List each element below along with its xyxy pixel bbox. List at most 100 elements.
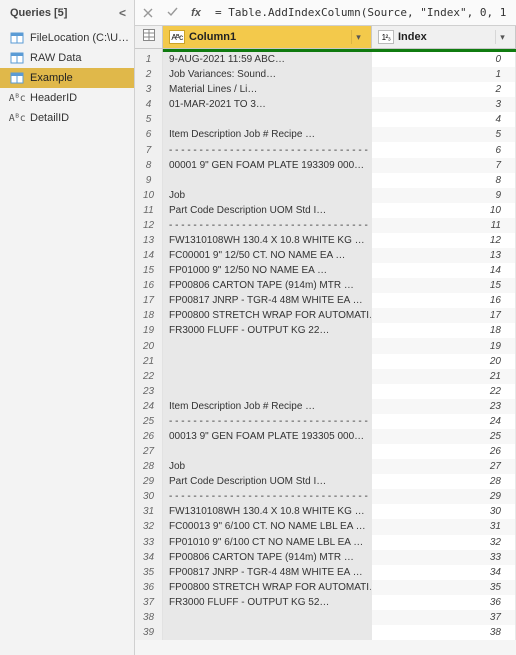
cell-index[interactable]: 8 bbox=[372, 173, 516, 188]
cell-column1[interactable]: - - - - - - - - - - - - - - - - - - - - … bbox=[163, 218, 372, 233]
row-number[interactable]: 36 bbox=[135, 580, 163, 595]
table-row[interactable]: 34 FP00806 CARTON TAPE (914m) MTR …33 bbox=[135, 550, 516, 565]
table-row[interactable]: 2600013 9" GEN FOAM PLATE 193305 000…25 bbox=[135, 429, 516, 444]
cell-index[interactable]: 15 bbox=[372, 278, 516, 293]
table-row[interactable]: 2322 bbox=[135, 384, 516, 399]
cell-index[interactable]: 7 bbox=[372, 158, 516, 173]
cell-index[interactable]: 31 bbox=[372, 519, 516, 534]
table-row[interactable]: 37 FR3000 FLUFF - OUTPUT KG 52…36 bbox=[135, 595, 516, 610]
table-row[interactable]: 35 FP00817 JNRP - TGR-4 48M WHITE EA …34 bbox=[135, 565, 516, 580]
cell-index[interactable]: 0 bbox=[372, 52, 516, 67]
row-number[interactable]: 28 bbox=[135, 459, 163, 474]
cell-column1[interactable]: FR3000 FLUFF - OUTPUT KG 52… bbox=[163, 595, 372, 610]
row-number[interactable]: 16 bbox=[135, 278, 163, 293]
table-row[interactable]: 32 FC00013 9" 6/100 CT. NO NAME LBL EA …… bbox=[135, 519, 516, 534]
cell-column1[interactable] bbox=[163, 338, 372, 353]
row-number[interactable]: 19 bbox=[135, 323, 163, 338]
cell-column1[interactable] bbox=[163, 444, 372, 459]
row-number[interactable]: 38 bbox=[135, 610, 163, 625]
cell-column1[interactable] bbox=[163, 173, 372, 188]
table-row[interactable]: 19-AUG-2021 11:59 ABC…0 bbox=[135, 52, 516, 67]
cell-column1[interactable]: - - - - - - - - - - - - - - - - - - - - … bbox=[163, 142, 372, 157]
cell-index[interactable]: 27 bbox=[372, 459, 516, 474]
table-row[interactable]: 19 FR3000 FLUFF - OUTPUT KG 22…18 bbox=[135, 323, 516, 338]
cell-column1[interactable] bbox=[163, 610, 372, 625]
row-number[interactable]: 22 bbox=[135, 369, 163, 384]
commit-formula-icon[interactable] bbox=[163, 4, 181, 22]
cell-column1[interactable]: Item Description Job # Recipe … bbox=[163, 127, 372, 142]
row-number[interactable]: 11 bbox=[135, 203, 163, 218]
cell-index[interactable]: 32 bbox=[372, 535, 516, 550]
table-row[interactable]: 2019 bbox=[135, 338, 516, 353]
table-row[interactable]: 17 FP00817 JNRP - TGR-4 48M WHITE EA …16 bbox=[135, 293, 516, 308]
cell-index[interactable]: 6 bbox=[372, 142, 516, 157]
row-number[interactable]: 25 bbox=[135, 414, 163, 429]
table-row[interactable]: 6Item Description Job # Recipe …5 bbox=[135, 127, 516, 142]
row-number[interactable]: 17 bbox=[135, 293, 163, 308]
column-header-index[interactable]: 1²₃ Index ▾ bbox=[372, 26, 516, 48]
cell-column1[interactable]: FP01000 9" 12/50 NO NAME EA … bbox=[163, 263, 372, 278]
cell-index[interactable]: 9 bbox=[372, 188, 516, 203]
cell-column1[interactable]: Part Code Description UOM Std I… bbox=[163, 474, 372, 489]
cell-index[interactable]: 35 bbox=[372, 580, 516, 595]
row-number[interactable]: 7 bbox=[135, 142, 163, 157]
cell-index[interactable]: 38 bbox=[372, 625, 516, 640]
table-row[interactable]: 29 Part Code Description UOM Std I…28 bbox=[135, 474, 516, 489]
row-number[interactable]: 13 bbox=[135, 233, 163, 248]
row-number[interactable]: 20 bbox=[135, 338, 163, 353]
query-item[interactable]: AᴮcHeaderID bbox=[0, 88, 134, 108]
cell-column1[interactable]: FW1310108WH 130.4 X 10.8 WHITE KG … bbox=[163, 504, 372, 519]
number-type-icon[interactable]: 1²₃ bbox=[378, 30, 394, 44]
cell-index[interactable]: 34 bbox=[372, 565, 516, 580]
table-row[interactable]: 2 Job Variances: Sound…1 bbox=[135, 67, 516, 82]
cell-column1[interactable]: FP00800 STRETCH WRAP FOR AUTOMATI… bbox=[163, 308, 372, 323]
cell-column1[interactable]: FC00001 9" 12/50 CT. NO NAME EA … bbox=[163, 248, 372, 263]
cell-index[interactable]: 5 bbox=[372, 127, 516, 142]
cell-index[interactable]: 17 bbox=[372, 308, 516, 323]
query-item[interactable]: AᴮcDetailID bbox=[0, 108, 134, 128]
cell-column1[interactable]: 00013 9" GEN FOAM PLATE 193305 000… bbox=[163, 429, 372, 444]
cell-column1[interactable] bbox=[163, 354, 372, 369]
collapse-pane-icon[interactable]: < bbox=[119, 6, 126, 20]
cell-column1[interactable]: 9-AUG-2021 11:59 ABC… bbox=[163, 52, 372, 67]
cell-column1[interactable] bbox=[163, 369, 372, 384]
row-number[interactable]: 32 bbox=[135, 519, 163, 534]
row-number[interactable]: 21 bbox=[135, 354, 163, 369]
table-row[interactable]: 12- - - - - - - - - - - - - - - - - - - … bbox=[135, 218, 516, 233]
select-all-corner[interactable] bbox=[135, 26, 163, 48]
table-row[interactable]: 800001 9" GEN FOAM PLATE 193309 000…7 bbox=[135, 158, 516, 173]
table-row[interactable]: 2120 bbox=[135, 354, 516, 369]
query-item[interactable]: Example bbox=[0, 68, 134, 88]
column-filter-icon[interactable]: ▾ bbox=[351, 30, 365, 44]
row-number[interactable]: 4 bbox=[135, 97, 163, 112]
table-row[interactable]: 36 FP00800 STRETCH WRAP FOR AUTOMATI…35 bbox=[135, 580, 516, 595]
row-number[interactable]: 5 bbox=[135, 112, 163, 127]
cell-column1[interactable]: FC00013 9" 6/100 CT. NO NAME LBL EA … bbox=[163, 519, 372, 534]
cell-index[interactable]: 1 bbox=[372, 67, 516, 82]
table-row[interactable]: 3837 bbox=[135, 610, 516, 625]
table-row[interactable]: 14 FC00001 9" 12/50 CT. NO NAME EA …13 bbox=[135, 248, 516, 263]
table-row[interactable]: 7- - - - - - - - - - - - - - - - - - - -… bbox=[135, 142, 516, 157]
row-number[interactable]: 9 bbox=[135, 173, 163, 188]
table-row[interactable]: 13 FW1310108WH 130.4 X 10.8 WHITE KG …12 bbox=[135, 233, 516, 248]
cell-column1[interactable]: - - - - - - - - - - - - - - - - - - - - … bbox=[163, 489, 372, 504]
cell-column1[interactable] bbox=[163, 625, 372, 640]
row-number[interactable]: 23 bbox=[135, 384, 163, 399]
row-number[interactable]: 15 bbox=[135, 263, 163, 278]
cell-column1[interactable] bbox=[163, 384, 372, 399]
cell-index[interactable]: 33 bbox=[372, 550, 516, 565]
cell-index[interactable]: 19 bbox=[372, 338, 516, 353]
cell-column1[interactable]: Item Description Job # Recipe … bbox=[163, 399, 372, 414]
row-number[interactable]: 26 bbox=[135, 429, 163, 444]
table-row[interactable]: 2726 bbox=[135, 444, 516, 459]
table-row[interactable]: 10 Job9 bbox=[135, 188, 516, 203]
row-number[interactable]: 18 bbox=[135, 308, 163, 323]
cell-index[interactable]: 10 bbox=[372, 203, 516, 218]
cell-index[interactable]: 18 bbox=[372, 323, 516, 338]
table-row[interactable]: 31 FW1310108WH 130.4 X 10.8 WHITE KG …30 bbox=[135, 504, 516, 519]
row-number[interactable]: 37 bbox=[135, 595, 163, 610]
table-row[interactable]: 11 Part Code Description UOM Std I…10 bbox=[135, 203, 516, 218]
row-number[interactable]: 12 bbox=[135, 218, 163, 233]
cell-index[interactable]: 2 bbox=[372, 82, 516, 97]
cell-index[interactable]: 26 bbox=[372, 444, 516, 459]
